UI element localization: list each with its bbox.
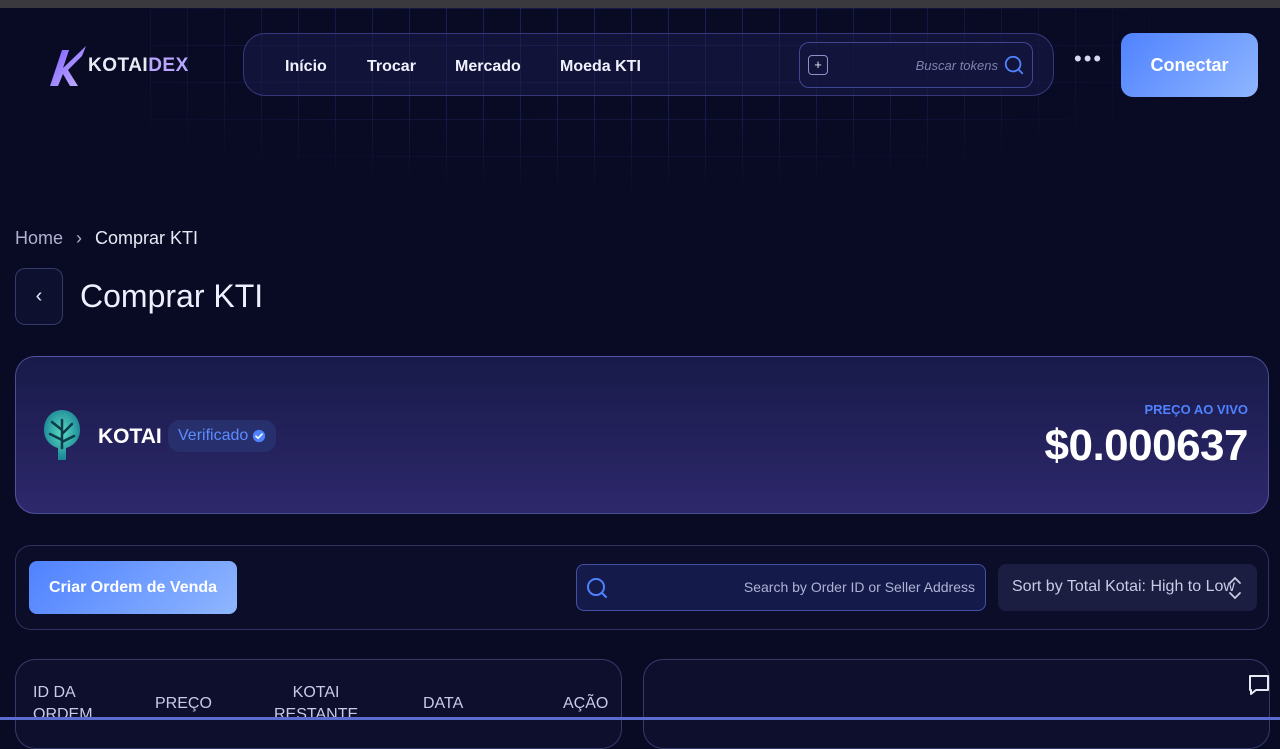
logo-suffix: DEX — [148, 55, 189, 76]
live-price-label: PREÇO AO VIVO — [1144, 402, 1248, 417]
nav-moeda-kti[interactable]: Moeda KTI — [560, 58, 641, 76]
token-price-card: KOTAI Verificado PREÇO AO VIVO $0.000637 — [15, 356, 1269, 514]
col-kotai-line1: KOTAI — [292, 684, 340, 701]
chat-icon[interactable] — [1246, 672, 1272, 698]
search-icon — [587, 578, 607, 598]
col-action[interactable]: AÇÃO — [563, 693, 608, 715]
verified-badge: Verificado — [168, 420, 277, 452]
chevron-right-icon: › — [76, 228, 83, 248]
orders-table: ID DA ORDEM PREÇO KOTAI RESTANTE DATA AÇ… — [15, 659, 622, 749]
sort-chevrons-icon — [1229, 576, 1241, 600]
order-search-placeholder: Search by Order ID or Seller Address — [743, 579, 975, 595]
logo-brand: KOTAI — [88, 55, 149, 76]
col-action-label: AÇÃO — [563, 695, 609, 712]
kotai-token-icon — [44, 410, 80, 460]
live-price-value: $0.000637 — [1044, 421, 1249, 470]
col-date[interactable]: DATA — [423, 693, 463, 715]
more-options-icon[interactable]: ••• — [1074, 48, 1103, 70]
sort-label: Sort by Total Kotai: High to Low — [1012, 578, 1235, 595]
col-order-id-line2: ORDEM — [33, 706, 93, 723]
logo-text: KOTAIDEX — [88, 55, 189, 77]
back-button[interactable]: ‹ — [15, 268, 63, 325]
page-title: Comprar KTI — [80, 278, 264, 314]
col-price[interactable]: PREÇO — [155, 693, 212, 715]
order-search-input[interactable]: Search by Order ID or Seller Address — [576, 564, 986, 611]
search-icon[interactable] — [1003, 54, 1025, 76]
token-name: KOTAI — [98, 425, 162, 448]
nav-trocar[interactable]: Trocar — [367, 58, 416, 76]
nav-mercado[interactable]: Mercado — [455, 58, 521, 76]
nav-inicio[interactable]: Início — [285, 58, 327, 76]
breadcrumb: Home › Comprar KTI — [15, 228, 198, 249]
verified-label: Verificado — [178, 427, 249, 444]
breadcrumb-home[interactable]: Home — [15, 228, 63, 249]
add-token-button[interactable]: + — [808, 55, 828, 75]
navbar: Início Trocar Mercado Moeda KTI + Buscar… — [243, 33, 1054, 96]
col-date-label: DATA — [423, 695, 464, 712]
token-search-placeholder: Buscar tokens — [915, 58, 998, 73]
chevron-left-icon: ‹ — [35, 285, 43, 307]
orders-toolbar: Criar Ordem de Venda Search by Order ID … — [15, 545, 1269, 630]
col-price-label: PREÇO — [155, 695, 212, 712]
kotai-logo-icon — [50, 46, 86, 86]
token-search[interactable]: + Buscar tokens — [799, 42, 1033, 88]
order-detail-panel — [643, 659, 1270, 749]
verified-check-icon — [253, 429, 266, 443]
logo[interactable]: KOTAIDEX — [42, 42, 212, 90]
breadcrumb-current: Comprar KTI — [95, 228, 199, 248]
col-kotai-line2: RESTANTE — [274, 706, 359, 723]
col-order-id-line1: ID DA — [33, 684, 76, 701]
connect-button[interactable]: Conectar — [1121, 33, 1258, 97]
top-strip — [0, 0, 1280, 8]
sort-select[interactable]: Sort by Total Kotai: High to Low — [998, 564, 1257, 611]
create-sell-order-button[interactable]: Criar Ordem de Venda — [29, 561, 237, 614]
